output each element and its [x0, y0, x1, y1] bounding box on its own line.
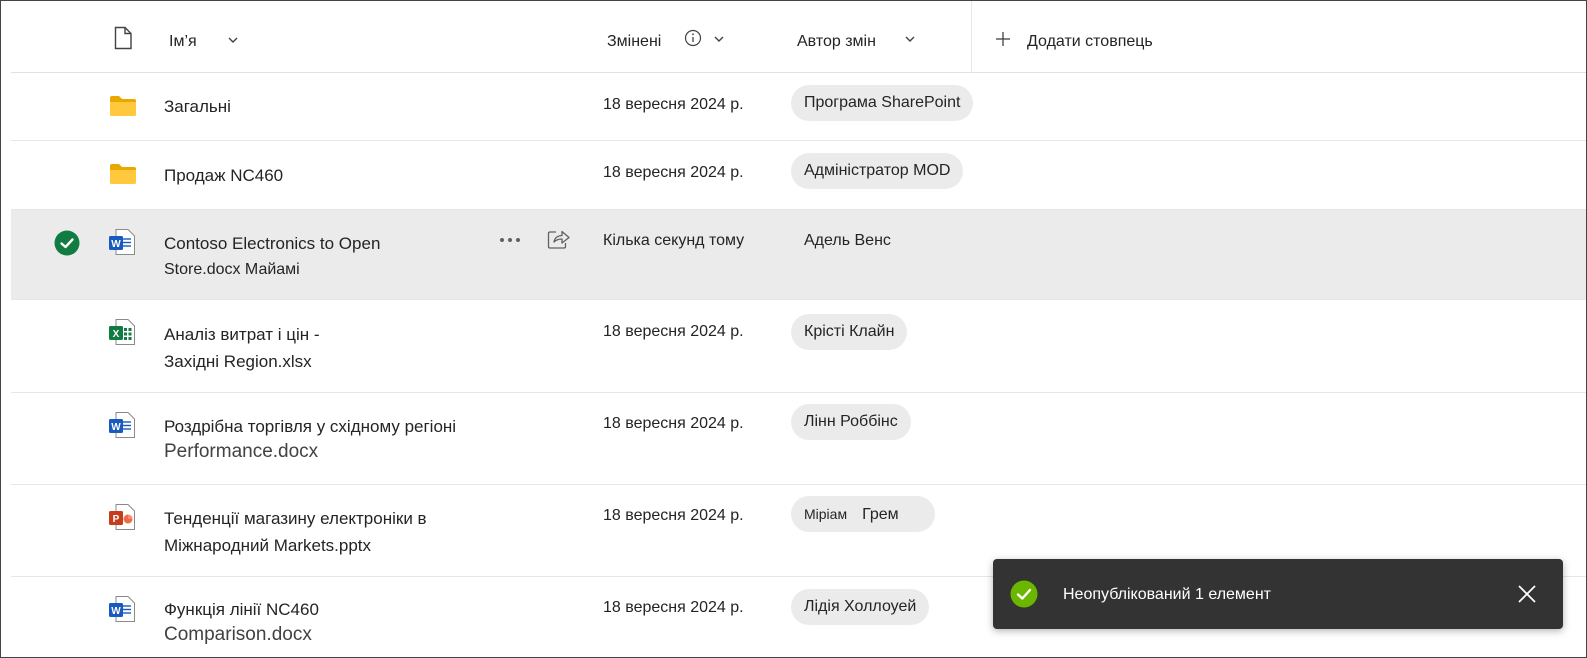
file-name-continued[interactable]: Міжнародний Markets.pptx	[164, 536, 371, 556]
author-pill[interactable]: Адміністратор MOD	[791, 153, 964, 189]
plus-icon[interactable]	[995, 31, 1011, 47]
info-icon[interactable]	[684, 29, 702, 47]
file-name-continued[interactable]: Західні Region.xlsx	[164, 352, 312, 372]
file-name[interactable]: Функція лінії NC460	[164, 600, 319, 620]
excel-icon: X	[109, 319, 135, 345]
table-row[interactable]: W Роздрібна торгівля у східному регіоні …	[11, 393, 1586, 485]
modified-date: 18 вересня 2024 р.	[603, 507, 744, 524]
file-name[interactable]: Тенденції магазину електроніки в	[164, 509, 427, 529]
column-header-name[interactable]: Ім’я	[169, 33, 197, 51]
column-header-modified[interactable]: Змінені	[607, 33, 661, 51]
column-divider	[971, 1, 972, 73]
svg-text:P: P	[113, 514, 120, 525]
svg-text:W: W	[111, 239, 121, 250]
share-icon[interactable]	[547, 228, 571, 250]
table-row[interactable]: Продаж NC460 18 вересня 2024 р. Адмініст…	[11, 141, 1586, 210]
modified-date: Кілька секунд тому	[603, 232, 745, 249]
file-name[interactable]: Роздрібна торгівля у східному регіоні	[164, 417, 456, 437]
chevron-down-icon[interactable]	[227, 34, 239, 46]
chevron-down-icon[interactable]	[713, 33, 725, 45]
modified-date: 18 вересня 2024 р.	[603, 323, 744, 340]
file-name-continued[interactable]: Comparison.docx	[164, 624, 312, 646]
table-row[interactable]: Загальні 18 вересня 2024 р. Програма Sha…	[11, 73, 1586, 141]
modified-date: 18 вересня 2024 р.	[603, 415, 744, 432]
author-pill[interactable]: Програма SharePoint	[791, 85, 974, 121]
toast-message: Неопублікований 1 елемент	[1063, 586, 1271, 603]
file-name-continued[interactable]: Store.docx Майамі	[164, 261, 300, 279]
selected-check-icon[interactable]	[54, 230, 80, 256]
modified-date: 18 вересня 2024 р.	[603, 599, 744, 616]
powerpoint-icon: P	[109, 504, 135, 530]
file-name[interactable]: Загальні	[164, 97, 231, 117]
svg-text:W: W	[111, 422, 121, 433]
modified-date: 18 вересня 2024 р.	[603, 164, 744, 181]
close-icon[interactable]	[1517, 584, 1537, 604]
add-column-button[interactable]: Додати стовпець	[1027, 33, 1153, 51]
more-options-icon[interactable]	[499, 237, 521, 243]
file-name[interactable]: Contoso Electronics to Open	[164, 234, 380, 254]
svg-text:W: W	[111, 606, 121, 617]
folder-icon	[110, 164, 136, 184]
chevron-down-icon[interactable]	[904, 33, 916, 45]
word-icon: W	[109, 412, 135, 438]
file-name-continued[interactable]: Performance.docx	[164, 441, 318, 463]
table-row[interactable]: X Аналіз витрат і цін - Західні Region.x…	[11, 300, 1586, 393]
file-name[interactable]: Аналіз витрат і цін -	[164, 325, 320, 345]
column-header-author[interactable]: Автор змін	[797, 33, 876, 51]
author-pill[interactable]: Лінн Роббінс	[791, 404, 911, 440]
folder-icon	[110, 96, 136, 116]
list-header: Ім’я Змінені Автор змін Додати стовпець	[11, 1, 1586, 73]
author-first-name: Міріам	[804, 506, 848, 522]
success-check-icon	[1010, 580, 1038, 608]
word-icon: W	[109, 596, 135, 622]
notification-toast: Неопублікований 1 елемент	[993, 559, 1563, 629]
author-pill[interactable]: Крісті Клайн	[791, 314, 908, 350]
word-icon: W	[109, 229, 135, 255]
document-library: Ім’я Змінені Автор змін Додати стовпець	[0, 0, 1587, 658]
file-type-icon[interactable]	[113, 26, 133, 50]
author-pill[interactable]: Міріам Грем	[791, 496, 935, 532]
author-last-name: Грем	[862, 506, 899, 523]
table-row[interactable]: W Contoso Electronics to Open Store.docx…	[11, 210, 1586, 300]
modified-date: 18 вересня 2024 р.	[603, 96, 744, 113]
author-name[interactable]: Адель Венс	[804, 232, 891, 250]
svg-text:X: X	[113, 329, 120, 340]
author-pill[interactable]: Лідія Холлоуей	[791, 589, 930, 625]
file-name[interactable]: Продаж NC460	[164, 166, 283, 186]
